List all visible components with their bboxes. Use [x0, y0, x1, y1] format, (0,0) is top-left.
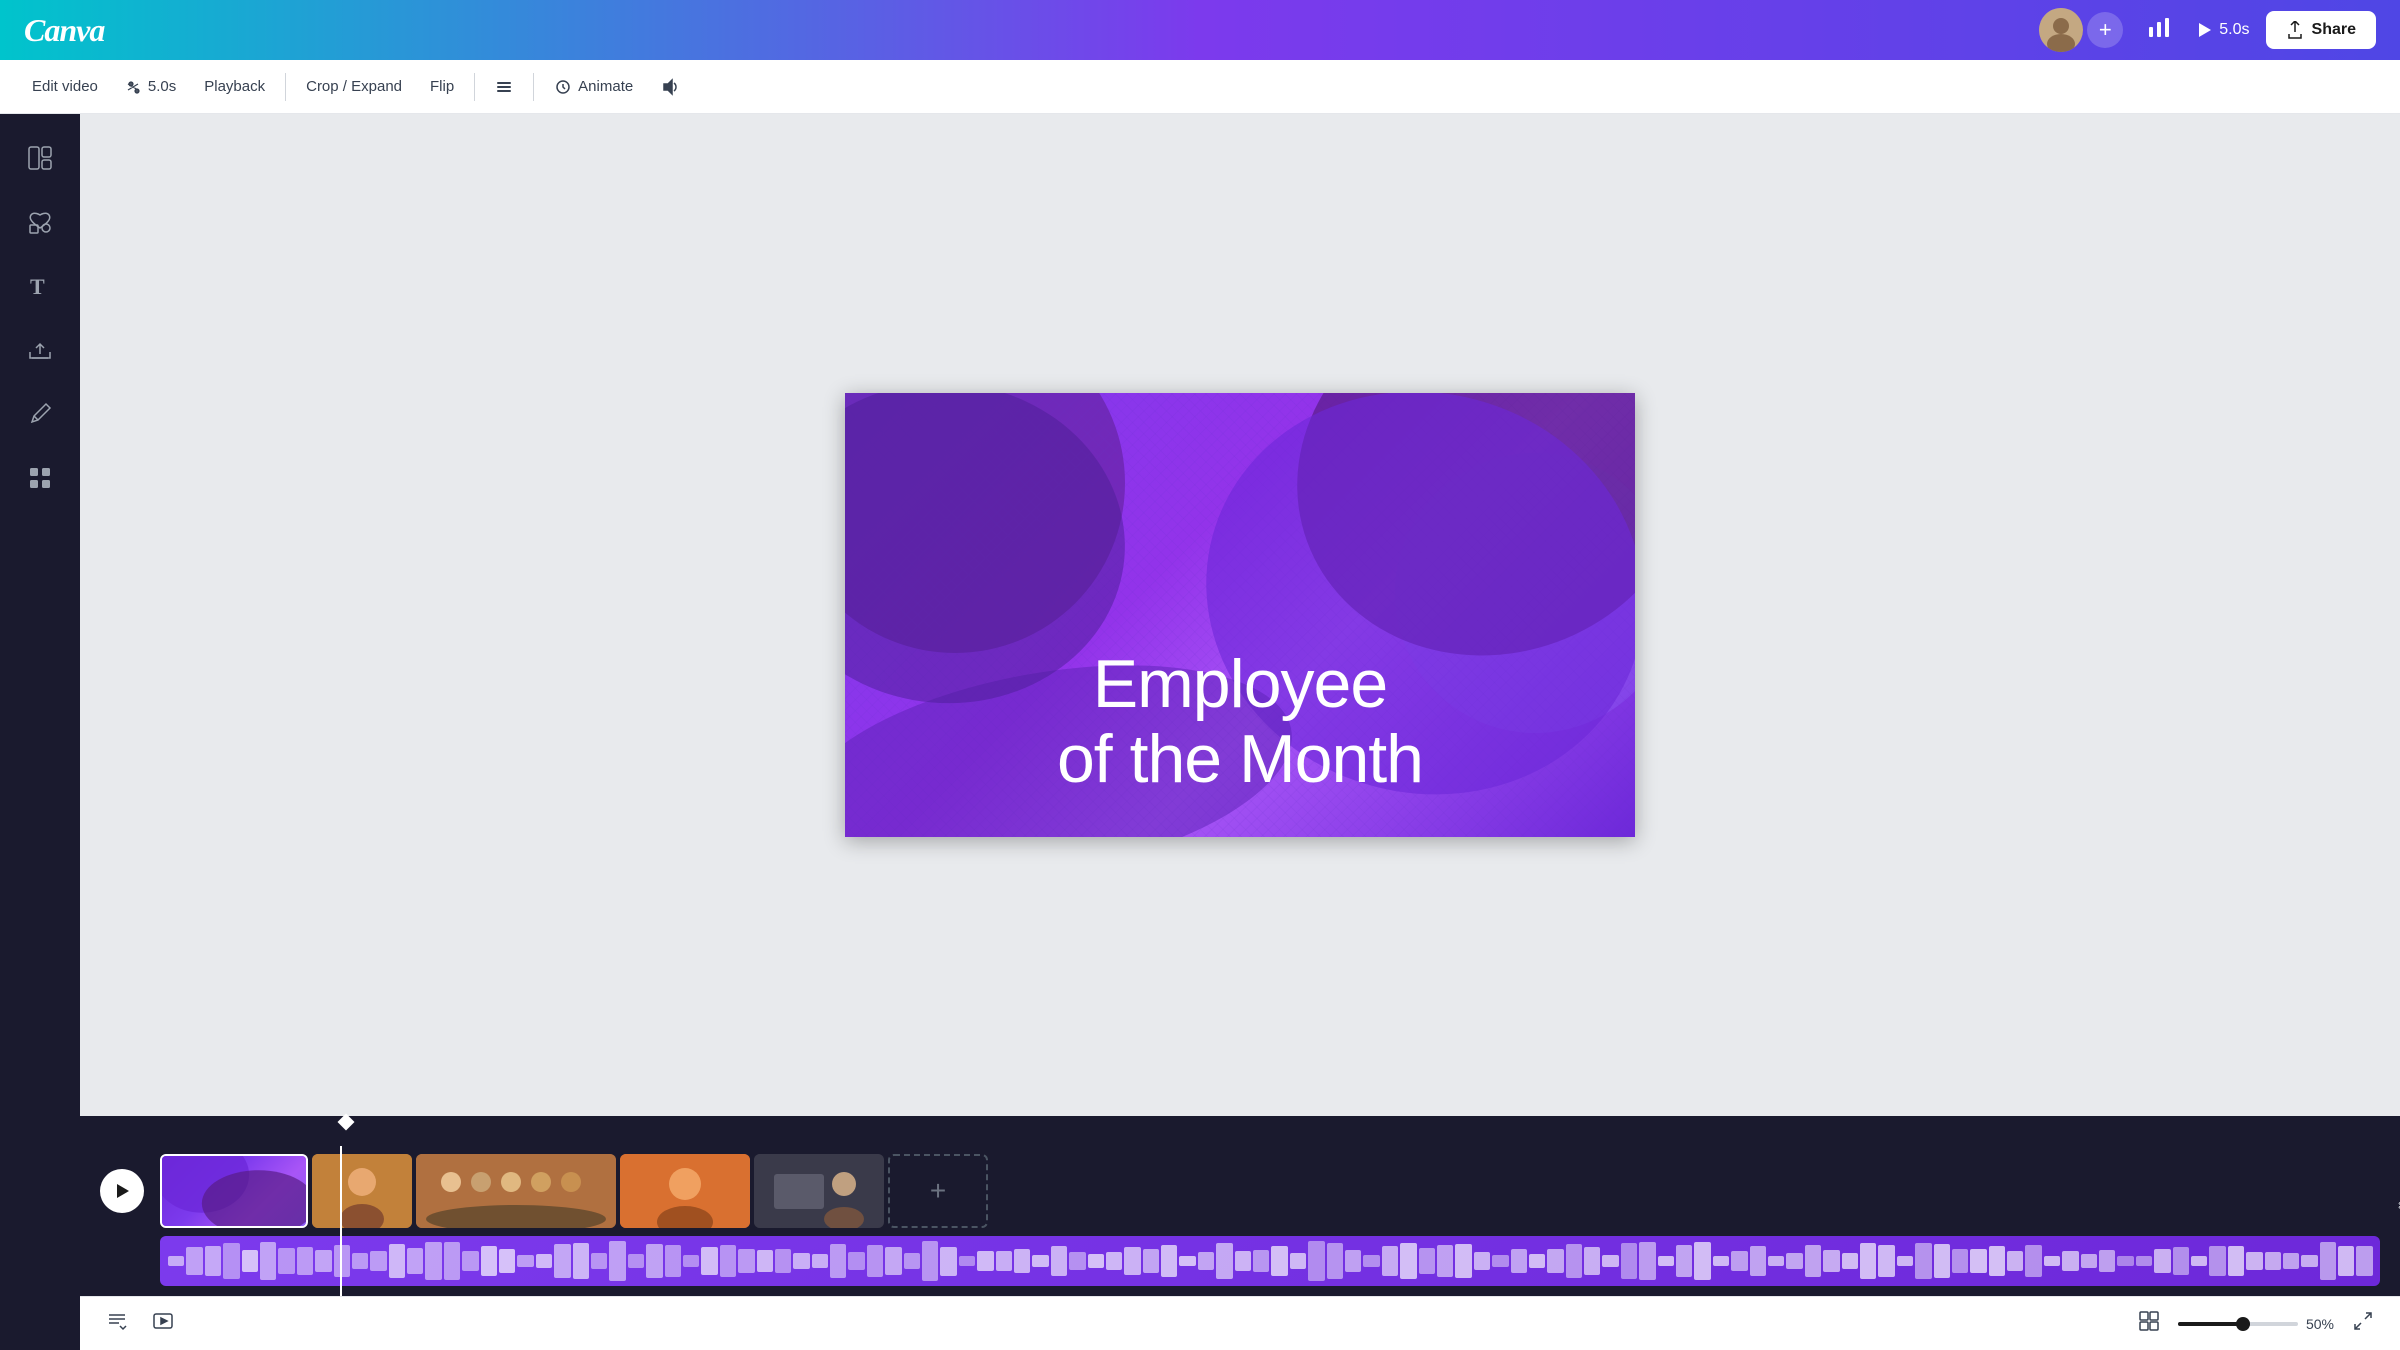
- zoom-slider[interactable]: [2178, 1322, 2298, 1326]
- elements-icon: [26, 208, 54, 236]
- bottom-bar: 50%: [80, 1296, 2400, 1350]
- timeline-play-icon: [114, 1183, 130, 1199]
- timeline-controls: ✂ ✂: [80, 1146, 2400, 1236]
- toolbar-divider-1: [285, 73, 286, 101]
- sidebar-item-draw[interactable]: [12, 386, 68, 442]
- canvas-text-line1: Employee: [845, 647, 1635, 722]
- draw-icon: [26, 400, 54, 428]
- main-layout: T: [0, 114, 2400, 1350]
- lines-button[interactable]: [483, 70, 525, 104]
- canvas-frame[interactable]: Employee of the Month: [845, 393, 1635, 837]
- bottom-left: [100, 1304, 180, 1343]
- clip-2-svg: [312, 1154, 412, 1228]
- waveform-bars: [160, 1236, 2380, 1286]
- animate-label: Animate: [578, 78, 633, 95]
- avatar[interactable]: [2039, 8, 2083, 52]
- upload-icon: [26, 336, 54, 364]
- scissors-icon: [126, 79, 142, 95]
- layout-icon: [26, 144, 54, 172]
- avatar-svg: [2039, 8, 2083, 52]
- svg-text:T: T: [30, 274, 45, 299]
- timeline-header: [80, 1116, 2400, 1146]
- add-clip-icon: +: [930, 1175, 946, 1207]
- notes-icon: [106, 1310, 128, 1332]
- timeline-clip-5[interactable]: [754, 1154, 884, 1228]
- grid-view-button[interactable]: [2132, 1304, 2166, 1343]
- playhead: [340, 1146, 342, 1296]
- timeline-clips: ✂ ✂: [160, 1154, 2380, 1228]
- play-time-button[interactable]: 5.0s: [2195, 21, 2249, 39]
- sidebar-item-elements[interactable]: [12, 194, 68, 250]
- volume-button[interactable]: [649, 70, 691, 104]
- sidebar-item-apps[interactable]: [12, 450, 68, 506]
- clip-5-svg: [754, 1154, 884, 1228]
- sidebar-item-layout[interactable]: [12, 130, 68, 186]
- speed-label: 5.0s: [148, 78, 176, 95]
- timeline-clip-4[interactable]: [620, 1154, 750, 1228]
- animate-icon: [554, 78, 572, 96]
- play-time-label: 5.0s: [2219, 21, 2249, 39]
- fullscreen-button[interactable]: [2346, 1304, 2380, 1343]
- toolbar-divider-2: [474, 73, 475, 101]
- zoom-control: 50%: [2178, 1316, 2334, 1332]
- clip-3-svg: [416, 1154, 616, 1228]
- volume-icon: [661, 78, 679, 96]
- grid-view-icon: [2138, 1310, 2160, 1332]
- clip-1-svg: [162, 1156, 306, 1226]
- add-clip-button[interactable]: +: [888, 1154, 988, 1228]
- timeline-clip-1[interactable]: [160, 1154, 308, 1228]
- canvas-text: Employee of the Month: [845, 647, 1635, 797]
- share-button[interactable]: Share: [2266, 11, 2376, 49]
- timeline-clip-2[interactable]: [312, 1154, 412, 1228]
- crop-expand-label: Crop / Expand: [306, 78, 402, 95]
- lines-icon: [495, 78, 513, 96]
- play-icon: [2195, 21, 2213, 39]
- expand-icon: [2352, 1310, 2374, 1332]
- text-icon: T: [26, 272, 54, 300]
- edit-video-label: Edit video: [32, 78, 98, 95]
- flip-label: Flip: [430, 78, 454, 95]
- share-icon: [2286, 21, 2304, 39]
- header-right: + 5.0s Share: [2039, 7, 2376, 53]
- avatar-group: +: [2039, 8, 2123, 52]
- bottom-right: 50%: [2132, 1304, 2380, 1343]
- animate-button[interactable]: Animate: [542, 70, 645, 104]
- playback-button[interactable]: Playback: [192, 70, 277, 103]
- marker-diamond: [338, 1114, 355, 1131]
- apps-icon: [26, 464, 54, 492]
- sidebar-item-upload[interactable]: [12, 322, 68, 378]
- header: Canva +: [0, 0, 2400, 60]
- notes-button[interactable]: [100, 1304, 134, 1343]
- add-team-button[interactable]: +: [2087, 12, 2123, 48]
- zoom-percent: 50%: [2306, 1316, 2334, 1332]
- sidebar: T: [0, 114, 80, 1350]
- toolbar: Edit video 5.0s Playback Crop / Expand F…: [0, 60, 2400, 114]
- clip-4-svg: [620, 1154, 750, 1228]
- crop-expand-button[interactable]: Crop / Expand: [294, 70, 414, 103]
- canvas-text-line2: of the Month: [845, 722, 1635, 797]
- canvas-area: Employee of the Month: [80, 114, 2400, 1350]
- timeline-play-button[interactable]: [100, 1169, 144, 1213]
- header-left: Canva: [24, 12, 104, 49]
- timeline-area: ✂ ✂: [80, 1116, 2400, 1296]
- sidebar-item-text[interactable]: T: [12, 258, 68, 314]
- timeline-marker: [340, 1116, 352, 1128]
- preview-icon: [152, 1310, 174, 1332]
- avatar-image: [2039, 8, 2083, 52]
- preview-button[interactable]: [146, 1304, 180, 1343]
- share-label: Share: [2312, 21, 2356, 39]
- edit-video-button[interactable]: Edit video: [20, 70, 110, 103]
- analytics-icon: [2147, 15, 2171, 39]
- toolbar-divider-3: [533, 73, 534, 101]
- flip-button[interactable]: Flip: [418, 70, 466, 103]
- analytics-button[interactable]: [2139, 7, 2179, 53]
- audio-waveform[interactable]: [160, 1236, 2380, 1286]
- canvas-workspace[interactable]: Employee of the Month: [80, 114, 2400, 1116]
- speed-button[interactable]: 5.0s: [114, 70, 188, 103]
- timeline-clip-3[interactable]: [416, 1154, 616, 1228]
- zoom-slider-thumb: [2236, 1317, 2250, 1331]
- playback-label: Playback: [204, 78, 265, 95]
- canva-logo: Canva: [24, 12, 104, 49]
